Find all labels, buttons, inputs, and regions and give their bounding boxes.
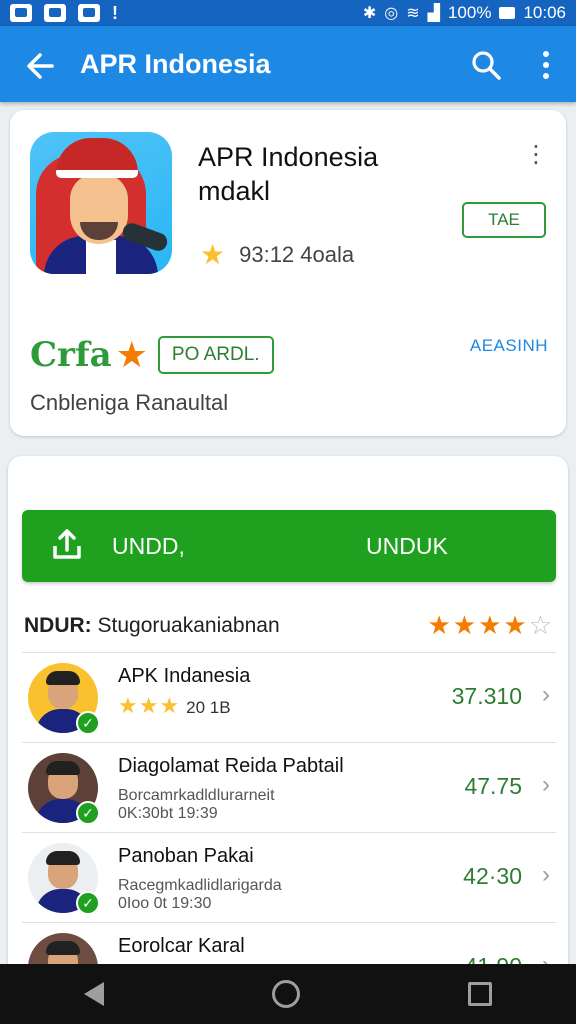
app-bar: APR Indonesia	[0, 26, 576, 102]
bluetooth-icon: ✱	[362, 5, 377, 22]
star-icon: ★	[478, 610, 504, 640]
verified-check-icon: ✓	[76, 891, 100, 915]
app-bar-title: APR Indonesia	[80, 48, 271, 79]
alarm-icon: ◎	[384, 5, 399, 22]
system-indicators: ✱ ◎ ≋ ▟ 100% 10:06	[363, 3, 566, 23]
download-icon	[22, 526, 112, 567]
item-name: Diagolamat Reida Pabtail	[118, 755, 344, 777]
verified-check-icon: ✓	[76, 711, 100, 735]
back-arrow-icon[interactable]	[0, 26, 80, 102]
app-icon	[30, 132, 172, 274]
item-meta: Racegmkadlidlarigarda 0Ioo 0t 19:30	[118, 877, 282, 913]
section-title-rest: Stugoruakaniabnan	[97, 613, 280, 637]
card-more-icon[interactable]: ⋮	[524, 140, 548, 169]
chevron-right-icon: ›	[542, 861, 550, 888]
brand-star-icon: ★	[115, 334, 148, 375]
item-name: APK Indanesia	[118, 665, 251, 687]
system-nav-bar	[0, 964, 576, 1024]
header-link[interactable]: AEASINH	[470, 336, 548, 356]
item-meta: Borcamrkadldlurarneit 0K:30bt 19:39	[118, 787, 275, 823]
item-meta: ★★★ 20 1B	[118, 695, 231, 718]
app-title-line1: APR Indonesia	[198, 142, 379, 172]
download-label-right: UNDUK	[366, 532, 448, 559]
star-icon: ★	[452, 610, 479, 640]
wifi-icon: ≋	[406, 5, 420, 22]
item-value: 37.310	[451, 683, 522, 709]
notification-icon	[10, 4, 32, 22]
app-info-card: APR Indonesia mdakl ⋮ TAE ★ 93:12 4oala …	[10, 110, 566, 436]
alert-icon: !	[112, 2, 118, 23]
clock: 10:06	[523, 3, 566, 22]
star-icon: ★	[427, 610, 453, 640]
section-title: NDUR: Stugoruakaniabnan	[24, 614, 280, 638]
chevron-right-icon: ›	[542, 681, 550, 708]
download-label-left: UNDD,	[112, 532, 185, 559]
list-item[interactable]: ✓ APK Indanesia ★★★ 20 1B 37.310 ›	[22, 652, 556, 742]
app-title-line2: mdakl	[198, 176, 271, 206]
store-notification-icon	[78, 4, 100, 22]
download-button[interactable]: UNDD, UNDUK	[22, 510, 556, 582]
rating-row: ★ 93:12 4oala	[200, 238, 354, 271]
item-stars: ★★★	[118, 693, 181, 718]
verified-check-icon: ✓	[76, 801, 100, 825]
item-meta-line2: 0Ioo 0t 19:30	[118, 895, 212, 912]
item-meta-line1: Racegmkadlidlarigarda	[118, 877, 282, 894]
item-meta-line1: Borcamrkadldlurarneit	[118, 787, 275, 804]
nav-home-icon[interactable]	[272, 980, 300, 1008]
list-item[interactable]: ✓ Panoban Pakai Racegmkadlidlarigarda 0I…	[22, 832, 556, 922]
outline-button[interactable]: PO ARDL.	[157, 336, 274, 374]
tag-button[interactable]: TAE	[462, 202, 546, 238]
section-rating-stars: ★★★★☆	[427, 610, 554, 641]
item-list: ✓ APK Indanesia ★★★ 20 1B 37.310 › ✓ Diag…	[22, 652, 556, 1012]
item-value: 42·30	[463, 863, 522, 889]
item-meta-line1: 20 1B	[186, 698, 231, 717]
section-title-bold: NDUR:	[24, 613, 92, 637]
brand-row: Crfa ★ PO ARDL.	[30, 334, 274, 376]
status-bar: ! ✱ ◎ ≋ ▟ 100% 10:06	[0, 0, 576, 26]
notification-icons: !	[10, 3, 118, 24]
star-outline-icon: ☆	[528, 610, 554, 640]
image-notification-icon	[44, 4, 66, 22]
battery-icon	[499, 7, 516, 19]
list-item[interactable]: ✓ Diagolamat Reida Pabtail Borcamrkadldl…	[22, 742, 556, 832]
item-name: Panoban Pakai	[118, 845, 254, 867]
rating-text: 93:12 4oala	[239, 241, 355, 267]
overflow-menu-icon[interactable]	[516, 48, 576, 81]
signal-icon: ▟	[427, 5, 440, 22]
item-value: 47.75	[464, 773, 522, 799]
star-icon: ★	[200, 239, 226, 270]
chevron-right-icon: ›	[542, 771, 550, 798]
content-card: UNDD, UNDUK NDUR: Stugoruakaniabnan ★★★★…	[8, 456, 568, 1003]
nav-back-icon[interactable]	[84, 982, 104, 1006]
item-meta-line2: 0K:30bt 19:39	[118, 805, 218, 822]
section-header: NDUR: Stugoruakaniabnan ★★★★☆	[24, 610, 554, 641]
app-title: APR Indonesia mdakl	[198, 140, 378, 208]
search-icon[interactable]	[456, 47, 516, 81]
brand-logo-text: Crfa	[30, 335, 112, 375]
battery-percent: 100%	[447, 3, 492, 22]
nav-recents-icon[interactable]	[468, 982, 492, 1006]
star-icon: ★	[503, 610, 529, 640]
item-name: Eorolcar Karal	[118, 935, 245, 957]
app-subtitle: Cnbleniga Ranaultal	[30, 390, 229, 415]
